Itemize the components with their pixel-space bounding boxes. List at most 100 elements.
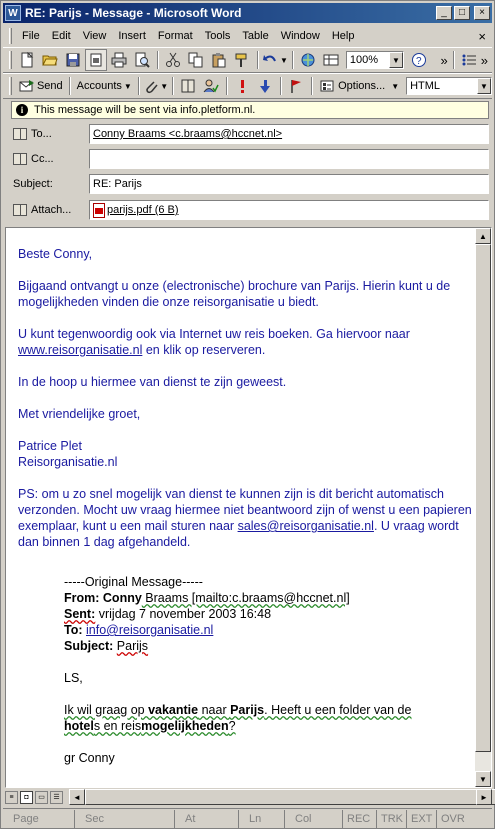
help-icon[interactable]: ? <box>408 49 430 71</box>
cut-icon[interactable] <box>162 49 184 71</box>
format-dropdown-arrow-icon[interactable]: ▼ <box>477 78 491 94</box>
outline-view-icon[interactable]: ☰ <box>50 790 63 804</box>
to-recipient[interactable]: Conny Braams <c.braams@hccnet.nl> <box>93 128 282 140</box>
scroll-up-icon[interactable]: ▲ <box>475 228 491 244</box>
word-app-icon[interactable]: W <box>5 5 21 21</box>
signature: Patrice Plet Reisorganisatie.nl <box>18 438 474 470</box>
check-names-icon[interactable] <box>200 75 222 97</box>
to-field[interactable]: Conny Braams <c.braams@hccnet.nl> <box>89 124 489 144</box>
original-to-link[interactable]: info@reisorganisatie.nl <box>86 623 213 637</box>
subject-row: Subject: RE: Parijs <box>11 173 489 195</box>
close-button[interactable]: × <box>474 6 490 20</box>
reply-text[interactable]: Beste Conny, Bijgaand ontvangt u onze (e… <box>18 246 474 566</box>
cc-field[interactable] <box>89 149 489 169</box>
status-ext[interactable]: EXT <box>407 809 437 828</box>
minimize-button[interactable]: _ <box>436 6 452 20</box>
message-format-select[interactable]: HTML ▼ <box>406 77 492 95</box>
email-toolbar: Send Accounts ▼ ▼ Options... ▼ HTML ▼ <box>3 73 492 99</box>
message-format-value: HTML <box>410 80 441 92</box>
open-folder-icon[interactable] <box>39 49 61 71</box>
subject-label: Subject: <box>13 178 53 190</box>
paragraph-internet: U kunt tegenwoordig ook via Internet uw … <box>18 327 410 357</box>
copy-icon[interactable] <box>185 49 207 71</box>
save-icon[interactable] <box>62 49 84 71</box>
importance-low-icon[interactable] <box>254 75 276 97</box>
cc-button[interactable]: Cc... <box>11 153 89 165</box>
toolbar-more-icon[interactable]: » <box>441 53 448 68</box>
web-layout-view-icon[interactable]: ◘ <box>20 790 33 804</box>
tables-borders-icon[interactable] <box>320 49 342 71</box>
new-document-icon[interactable] <box>16 49 38 71</box>
status-column: Col <box>285 809 343 828</box>
menu-insert[interactable]: Insert <box>114 28 154 44</box>
paragraph-brochure: Bijgaand ontvangt u onze (electronische)… <box>18 279 451 309</box>
undo-icon[interactable]: ▼ <box>262 49 288 71</box>
bullets-icon[interactable] <box>458 49 480 71</box>
zoom-select[interactable]: 100% ▼ <box>345 51 404 69</box>
menu-window[interactable]: Window <box>277 28 328 44</box>
menu-bar: File Edit View Insert Format Tools Table… <box>3 25 492 47</box>
to-row: To... Conny Braams <c.braams@hccnet.nl> <box>11 123 489 145</box>
toolbar-separator <box>280 77 283 95</box>
message-body[interactable]: Beste Conny, Bijgaand ontvangt u onze (e… <box>5 227 492 788</box>
paste-icon[interactable] <box>208 49 230 71</box>
menu-tools[interactable]: Tools <box>201 28 239 44</box>
attach-file-icon[interactable]: ▼ <box>143 75 168 97</box>
sales-email-link[interactable]: sales@reisorganisatie.nl <box>238 519 374 533</box>
to-button[interactable]: To... <box>11 128 89 140</box>
horizontal-scrollbar[interactable]: ◄ ► <box>69 789 495 805</box>
toolbar2-more-icon[interactable]: » <box>481 53 488 68</box>
website-link[interactable]: www.reisorganisatie.nl <box>18 343 142 357</box>
insert-hyperlink-icon[interactable] <box>297 49 319 71</box>
attach-field[interactable]: parijs.pdf (6 B) <box>89 200 489 220</box>
menu-help[interactable]: Help <box>328 28 363 44</box>
format-painter-icon[interactable] <box>231 49 253 71</box>
toolbar-separator <box>452 51 455 69</box>
menu-close-document-icon[interactable]: × <box>478 29 486 44</box>
menu-view[interactable]: View <box>79 28 115 44</box>
svg-text:?: ? <box>416 56 422 67</box>
original-question: Ik wil graag op vakantie naar Parijs. He… <box>64 703 412 733</box>
scroll-right-icon[interactable]: ► <box>476 789 492 805</box>
normal-view-icon[interactable]: ≡ <box>5 790 18 804</box>
send-account-infobar: i This message will be sent via info.ple… <box>11 101 489 119</box>
attach-label: Attach... <box>31 204 72 216</box>
subject-field[interactable]: RE: Parijs <box>89 174 489 194</box>
accounts-label: Accounts <box>76 80 122 92</box>
status-section: Sec <box>75 809 175 828</box>
permission-icon[interactable] <box>85 49 107 71</box>
print-layout-view-icon[interactable]: ▭ <box>35 790 48 804</box>
send-button[interactable]: Send <box>16 75 66 97</box>
scroll-down-icon[interactable]: ▼ <box>475 771 491 787</box>
print-preview-icon[interactable] <box>131 49 153 71</box>
menu-edit[interactable]: Edit <box>48 28 79 44</box>
status-ovr[interactable]: OVR <box>437 810 467 828</box>
menu-file[interactable]: File <box>18 28 48 44</box>
maximize-button[interactable]: □ <box>454 6 470 20</box>
address-book-icon <box>13 153 27 165</box>
follow-up-flag-icon[interactable] <box>285 75 307 97</box>
options-button[interactable]: Options... ▼ <box>316 75 402 97</box>
toolbar-grip[interactable] <box>9 51 12 69</box>
closing-regards: Met vriendelijke groet, <box>18 407 141 421</box>
horizontal-scroll-thumb[interactable] <box>85 789 495 805</box>
status-trk[interactable]: TRK <box>377 809 407 828</box>
menu-table[interactable]: Table <box>238 28 276 44</box>
attach-button[interactable]: Attach... <box>11 204 89 216</box>
vertical-scroll-thumb[interactable] <box>475 244 491 752</box>
menu-bar-grip[interactable] <box>9 28 12 44</box>
toolbar-grip[interactable] <box>9 77 12 95</box>
zoom-dropdown-arrow-icon[interactable]: ▼ <box>388 52 403 68</box>
vertical-scrollbar[interactable]: ▲ ▼ <box>475 228 491 787</box>
importance-high-icon[interactable] <box>231 75 253 97</box>
attachment-file[interactable]: parijs.pdf (6 B) <box>107 204 179 216</box>
scroll-left-icon[interactable]: ◄ <box>69 789 85 805</box>
print-icon[interactable] <box>108 49 130 71</box>
status-rec[interactable]: REC <box>343 809 377 828</box>
accounts-button[interactable]: Accounts ▼ <box>74 75 135 97</box>
options-icon <box>320 80 334 92</box>
cc-label: Cc... <box>31 153 54 165</box>
address-book-icon[interactable] <box>177 75 199 97</box>
menu-format[interactable]: Format <box>154 28 201 44</box>
original-message[interactable]: -----Original Message----- From: Conny B… <box>64 574 464 766</box>
